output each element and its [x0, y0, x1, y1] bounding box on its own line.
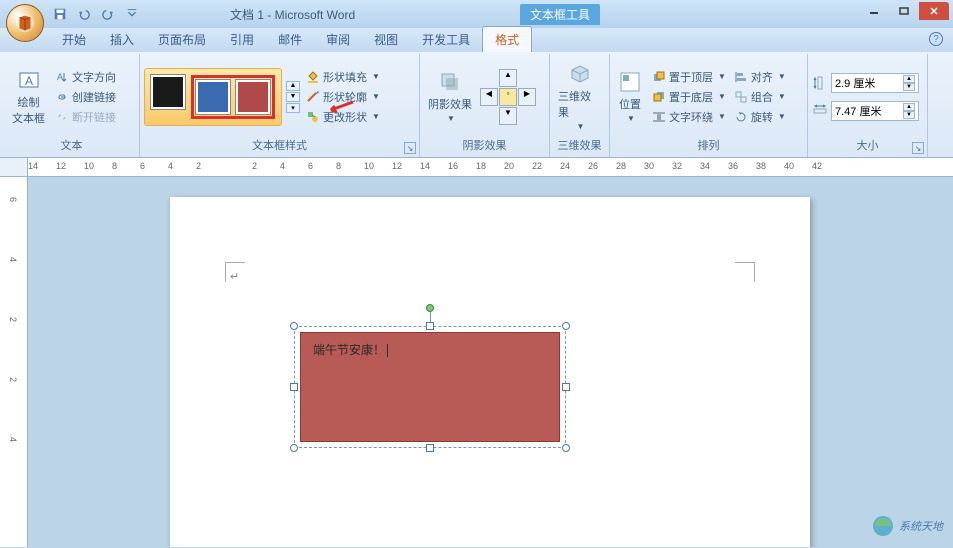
resize-handle-ne[interactable] — [562, 322, 570, 330]
resize-handle-nw[interactable] — [290, 322, 298, 330]
create-link-button[interactable]: 创建链接 — [53, 88, 118, 106]
shadow-nudge-right[interactable]: ▶ — [518, 88, 536, 106]
office-button[interactable] — [6, 4, 44, 42]
width-spinner[interactable]: ▲▼ — [831, 101, 919, 121]
svg-text:A: A — [24, 74, 32, 88]
align-button[interactable]: 对齐▼ — [732, 68, 788, 86]
width-icon — [812, 103, 828, 119]
gallery-scroll[interactable]: ▲▼▾ — [286, 81, 300, 113]
watermark: 系统天地 — [871, 514, 943, 538]
qat-undo-icon[interactable] — [74, 4, 94, 24]
send-back-button[interactable]: 置于底层▼ — [650, 88, 728, 106]
styles-dialog-launcher[interactable]: ↘ — [404, 142, 416, 154]
group-text-label: 文本 — [8, 137, 135, 155]
shadow-nudge-up[interactable]: ▲ — [499, 69, 517, 87]
ribbon-tabs: 开始 插入 页面布局 引用 邮件 审阅 视图 开发工具 格式 ? — [0, 28, 953, 52]
tab-references[interactable]: 引用 — [218, 27, 266, 52]
tab-review[interactable]: 审阅 — [314, 27, 362, 52]
contextual-tab-label: 文本框工具 — [520, 4, 600, 25]
qat-customize-icon[interactable] — [122, 4, 142, 24]
tab-developer[interactable]: 开发工具 — [410, 27, 482, 52]
group-threed-label: 三维效果 — [554, 137, 605, 155]
minimize-button[interactable] — [859, 2, 889, 20]
resize-handle-e[interactable] — [562, 383, 570, 391]
close-button[interactable] — [919, 2, 949, 20]
selection-border — [294, 326, 566, 448]
tab-mailings[interactable]: 邮件 — [266, 27, 314, 52]
break-link-button: 断开链接 — [53, 108, 118, 126]
resize-handle-s[interactable] — [426, 444, 434, 452]
resize-handle-sw[interactable] — [290, 444, 298, 452]
tab-view[interactable]: 视图 — [362, 27, 410, 52]
style-swatch-black[interactable] — [151, 75, 185, 109]
shadow-nudge-left[interactable]: ◀ — [480, 88, 498, 106]
help-icon[interactable]: ? — [929, 32, 943, 46]
style-swatch-red[interactable] — [236, 80, 270, 114]
ruler-corner[interactable] — [0, 158, 28, 176]
svg-text:A: A — [57, 72, 63, 82]
text-direction-button[interactable]: A文字方向 — [53, 68, 118, 86]
shadow-effects-button[interactable]: 阴影效果▼ — [424, 68, 476, 125]
margin-corner-icon — [735, 262, 755, 282]
shadow-toggle[interactable]: ▫ — [499, 88, 517, 106]
group-arrange-label: 排列 — [614, 137, 803, 155]
document-area[interactable]: ↵ 端午节安康！ — [28, 177, 953, 547]
height-spinner[interactable]: ▲▼ — [831, 73, 919, 93]
rotate-handle[interactable] — [426, 304, 434, 312]
horizontal-ruler[interactable]: 1412108642246810121416182022242628303234… — [28, 158, 953, 176]
textbox-style-gallery[interactable] — [144, 68, 282, 126]
selected-textbox[interactable]: 端午节安康！ — [300, 332, 560, 442]
tab-format[interactable]: 格式 — [482, 26, 532, 52]
size-dialog-launcher[interactable]: ↘ — [912, 142, 924, 154]
text-wrap-button[interactable]: 文字环绕▼ — [650, 108, 728, 126]
resize-handle-n[interactable] — [426, 322, 434, 330]
qat-save-icon[interactable] — [50, 4, 70, 24]
rotate-button[interactable]: 旋转▼ — [732, 108, 788, 126]
group-styles-label: 文本框样式 — [144, 137, 415, 155]
tab-insert[interactable]: 插入 — [98, 27, 146, 52]
maximize-button[interactable] — [889, 2, 919, 20]
group-size-label: 大小 — [812, 137, 923, 155]
draw-textbox-button[interactable]: A 绘制 文本框 — [8, 66, 49, 128]
page: ↵ 端午节安康！ — [170, 197, 810, 547]
vertical-ruler[interactable]: 64224 — [0, 177, 28, 547]
bring-front-button[interactable]: 置于顶层▼ — [650, 68, 728, 86]
annotation-arrow-icon — [325, 98, 355, 123]
group-button[interactable]: 组合▼ — [732, 88, 788, 106]
qat-redo-icon[interactable] — [98, 4, 118, 24]
resize-handle-se[interactable] — [562, 444, 570, 452]
shape-fill-button[interactable]: 形状填充▼ — [304, 68, 382, 86]
position-button[interactable]: 位置▼ — [614, 68, 646, 125]
style-swatch-blue[interactable] — [196, 80, 230, 114]
threed-effects-button[interactable]: 三维效果▼ — [554, 60, 605, 133]
window-title: 文档 1 - Microsoft Word — [230, 6, 355, 23]
tab-page-layout[interactable]: 页面布局 — [146, 27, 218, 52]
annotation-highlight — [191, 75, 275, 119]
group-shadow-label: 阴影效果 — [424, 137, 545, 155]
margin-corner-icon — [225, 262, 245, 282]
height-icon — [812, 75, 828, 91]
shadow-nudge-down[interactable]: ▼ — [499, 107, 517, 125]
resize-handle-w[interactable] — [290, 383, 298, 391]
tab-home[interactable]: 开始 — [50, 27, 98, 52]
